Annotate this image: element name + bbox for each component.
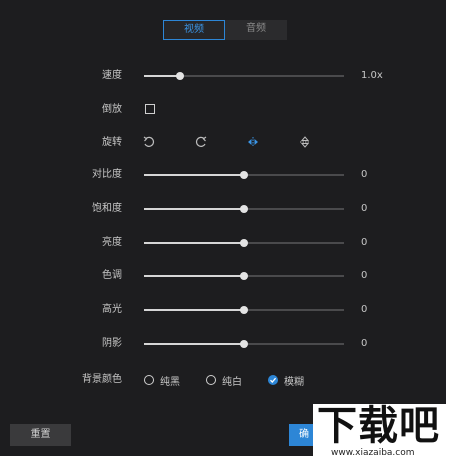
rotate-row: 旋转 [0,135,446,151]
contrast-slider-thumb[interactable] [240,171,248,179]
hue-value: 0 [361,270,368,281]
contrast-value: 0 [361,169,368,180]
shadow-value: 0 [361,338,368,349]
watermark-logo: 下载吧 [317,403,440,449]
shadow-label: 阴影 [102,338,122,349]
reverse-row: 倒放 [0,102,446,118]
speed-slider-thumb[interactable] [176,72,184,80]
contrast-label: 对比度 [92,169,122,180]
rotate-label: 旋转 [102,137,122,148]
saturation-slider-thumb[interactable] [240,205,248,213]
saturation-row: 饱和度 0 [0,201,446,217]
speed-slider[interactable] [144,72,344,80]
flip-vertical-icon[interactable] [298,135,312,149]
radio-blur[interactable] [268,375,278,385]
contrast-slider-fill [144,174,244,176]
brightness-label: 亮度 [102,237,122,248]
speed-slider-fill [144,75,180,77]
brightness-slider-thumb[interactable] [240,239,248,247]
brightness-value: 0 [361,237,368,248]
shadow-slider[interactable] [144,340,344,348]
reverse-label: 倒放 [102,104,122,115]
background-option-black-label: 纯黑 [160,376,180,388]
saturation-label: 饱和度 [92,203,122,214]
reset-button[interactable]: 重置 [10,424,71,446]
shadow-slider-fill [144,343,244,345]
hue-row: 色调 0 [0,268,446,284]
background-option-white[interactable]: 纯白 [206,372,242,388]
tab-bar: 视频 音频 [163,20,287,40]
flip-horizontal-icon[interactable] [246,135,260,149]
highlight-slider-fill [144,309,244,311]
tab-video[interactable]: 视频 [163,20,225,40]
brightness-row: 亮度 0 [0,235,446,251]
background-option-blur-label: 模糊 [284,376,304,388]
brightness-slider[interactable] [144,239,344,247]
contrast-row: 对比度 0 [0,167,446,183]
rotate-right-icon[interactable] [194,135,208,149]
watermark: 下载吧 www.xiazaiba.com [313,404,451,461]
highlight-slider[interactable] [144,306,344,314]
background-option-blur[interactable]: 模糊 [268,372,304,388]
rotate-left-icon[interactable] [142,135,156,149]
highlight-row: 高光 0 [0,302,446,318]
tab-audio[interactable]: 音频 [225,20,287,40]
hue-slider[interactable] [144,272,344,280]
radio-white[interactable] [206,375,216,385]
speed-label: 速度 [102,70,122,81]
check-icon [270,377,277,383]
hue-slider-fill [144,275,244,277]
shadow-slider-thumb[interactable] [240,340,248,348]
radio-black[interactable] [144,375,154,385]
saturation-value: 0 [361,203,368,214]
background-option-black[interactable]: 纯黑 [144,372,180,388]
reverse-checkbox[interactable] [145,104,155,114]
saturation-slider-fill [144,208,244,210]
highlight-value: 0 [361,304,368,315]
brightness-slider-fill [144,242,244,244]
shadow-row: 阴影 0 [0,336,446,352]
highlight-label: 高光 [102,304,122,315]
hue-slider-thumb[interactable] [240,272,248,280]
video-settings-panel: 视频 音频 速度 1.0x 倒放 旋转 对比度 0 饱和度 0 亮度 0 色调 … [0,0,446,456]
speed-value: 1.0x [361,70,383,81]
background-color-label: 背景颜色 [82,374,122,385]
saturation-slider[interactable] [144,205,344,213]
speed-row: 速度 1.0x [0,68,446,84]
watermark-url: www.xiazaiba.com [331,448,415,458]
highlight-slider-thumb[interactable] [240,306,248,314]
background-option-white-label: 纯白 [222,376,242,388]
hue-label: 色调 [102,270,122,281]
contrast-slider[interactable] [144,171,344,179]
background-color-row: 背景颜色 纯黑 纯白 模糊 [0,372,446,388]
